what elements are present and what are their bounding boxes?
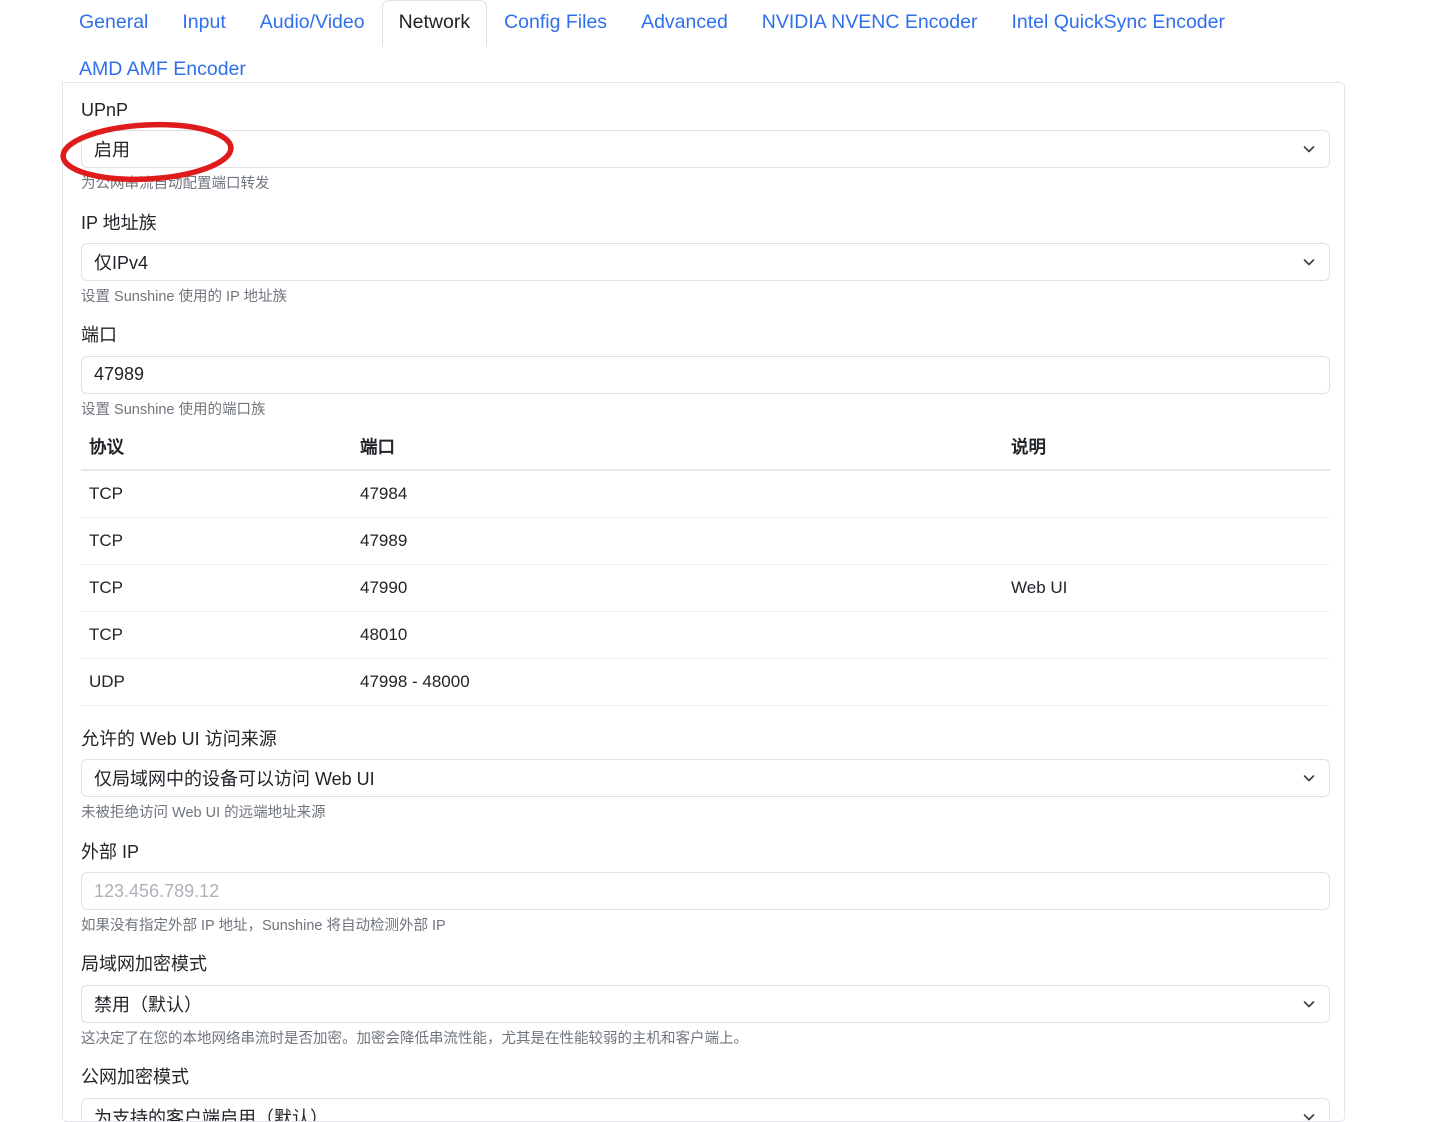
cell-description: Web UI [1003,564,1330,613]
table-row: TCP 48010 [81,611,1330,660]
origin-web-ui-help-text: 未被拒绝访问 Web UI 的远端地址来源 [81,805,326,822]
field-wan-encryption: 公网加密模式 为支持的客户端启用（默认） [81,1066,1330,1121]
origin-web-ui-label: 允许的 Web UI 访问来源 [81,729,277,750]
ports-table-head: 协议 端口 说明 [81,428,1330,472]
tab-nvidia-nvenc-encoder[interactable]: NVIDIA NVENC Encoder [745,0,995,47]
lan-encryption-selected-value: 禁用（默认） [94,994,202,1015]
cell-description [1003,470,1330,519]
tab-advanced[interactable]: Advanced [624,0,745,47]
upnp-selected-value: 启用 [94,140,130,161]
lan-encryption-select[interactable]: 禁用（默认） [81,984,1330,1023]
origin-web-ui-select[interactable]: 仅局域网中的设备可以访问 Web UI [81,759,1330,798]
upnp-select[interactable]: 启用 [81,130,1330,169]
chevron-down-icon [1301,1109,1317,1121]
lan-encryption-help-text: 这决定了在您的本地网络串流时是否加密。加密会降低串流性能，尤其是在性能较弱的主机… [81,1030,748,1047]
table-row: TCP 47984 [81,470,1330,519]
field-lan-encryption: 局域网加密模式 禁用（默认） 这决定了在您的本地网络串流时是否加密。加密会降低串… [81,953,1330,1049]
tab-general[interactable]: General [62,0,165,47]
ports-table: 协议 端口 说明 TCP 47984 TCP 47989 TCP 47990 W… [81,428,1330,707]
cell-protocol: TCP [81,517,352,566]
network-settings-panel: UPnP 启用 为公网串流自动配置端口转发 IP 地址族 仅IPv4 设置 Su… [62,82,1345,1122]
table-row: TCP 47990 Web UI [81,564,1330,613]
field-port: 端口 47989 设置 Sunshine 使用的端口族 [81,324,1330,420]
tab-intel-quicksync-encoder[interactable]: Intel QuickSync Encoder [994,0,1242,47]
ip-family-selected-value: 仅IPv4 [94,253,149,274]
tab-config-files[interactable]: Config Files [487,0,624,47]
table-row: TCP 47989 [81,517,1330,566]
cell-protocol: TCP [81,470,352,519]
ports-table-body: TCP 47984 TCP 47989 TCP 47990 Web UI TCP… [81,470,1330,707]
field-upnp: UPnP 启用 为公网串流自动配置端口转发 [81,99,1330,195]
cell-protocol: TCP [81,611,352,660]
tab-network[interactable]: Network [381,0,488,47]
th-description: 说明 [1003,428,1330,472]
field-origin-web-ui: 允许的 Web UI 访问来源 仅局域网中的设备可以访问 Web UI 未被拒绝… [81,728,1330,824]
origin-web-ui-selected-value: 仅局域网中的设备可以访问 Web UI [94,769,375,790]
external-ip-placeholder: 123.456.789.12 [94,880,220,901]
wan-encryption-selected-value: 为支持的客户端启用（默认） [94,1107,328,1122]
port-input[interactable]: 47989 [81,355,1330,394]
external-ip-input[interactable]: 123.456.789.12 [81,872,1330,911]
port-input-value: 47989 [94,364,145,385]
cell-port: 47998 - 48000 [352,658,1003,707]
port-help-text: 设置 Sunshine 使用的端口族 [81,401,266,418]
chevron-down-icon [1301,254,1317,270]
field-external-ip: 外部 IP 123.456.789.12 如果没有指定外部 IP 地址，Suns… [81,841,1330,937]
th-port: 端口 [352,428,1003,472]
table-row: UDP 47998 - 48000 [81,658,1330,707]
cell-description [1003,658,1330,707]
cell-port: 47984 [352,470,1003,519]
chevron-down-icon [1301,996,1317,1012]
wan-encryption-select[interactable]: 为支持的客户端启用（默认） [81,1097,1330,1122]
table-header-row: 协议 端口 说明 [81,428,1330,472]
cell-description [1003,611,1330,660]
chevron-down-icon [1301,770,1317,786]
ip-family-label: IP 地址族 [81,212,157,233]
external-ip-help-text: 如果没有指定外部 IP 地址，Sunshine 将自动检测外部 IP [81,918,446,935]
tab-input[interactable]: Input [165,0,242,47]
cell-description [1003,517,1330,566]
cell-protocol: TCP [81,564,352,613]
upnp-help-text: 为公网串流自动配置端口转发 [81,176,270,193]
ip-family-select[interactable]: 仅IPv4 [81,243,1330,282]
ip-family-help-text: 设置 Sunshine 使用的 IP 地址族 [81,289,288,306]
external-ip-label: 外部 IP [81,841,140,862]
field-ip-family: IP 地址族 仅IPv4 设置 Sunshine 使用的 IP 地址族 [81,212,1330,308]
upnp-label: UPnP [81,100,129,120]
cell-port: 47989 [352,517,1003,566]
chevron-down-icon [1301,141,1317,157]
wan-encryption-label: 公网加密模式 [81,1067,189,1088]
th-protocol: 协议 [81,428,352,472]
cell-protocol: UDP [81,658,352,707]
cell-port: 47990 [352,564,1003,613]
lan-encryption-label: 局域网加密模式 [81,954,207,975]
tab-audio-video[interactable]: Audio/Video [243,0,382,47]
port-label: 端口 [81,325,117,346]
cell-port: 48010 [352,611,1003,660]
